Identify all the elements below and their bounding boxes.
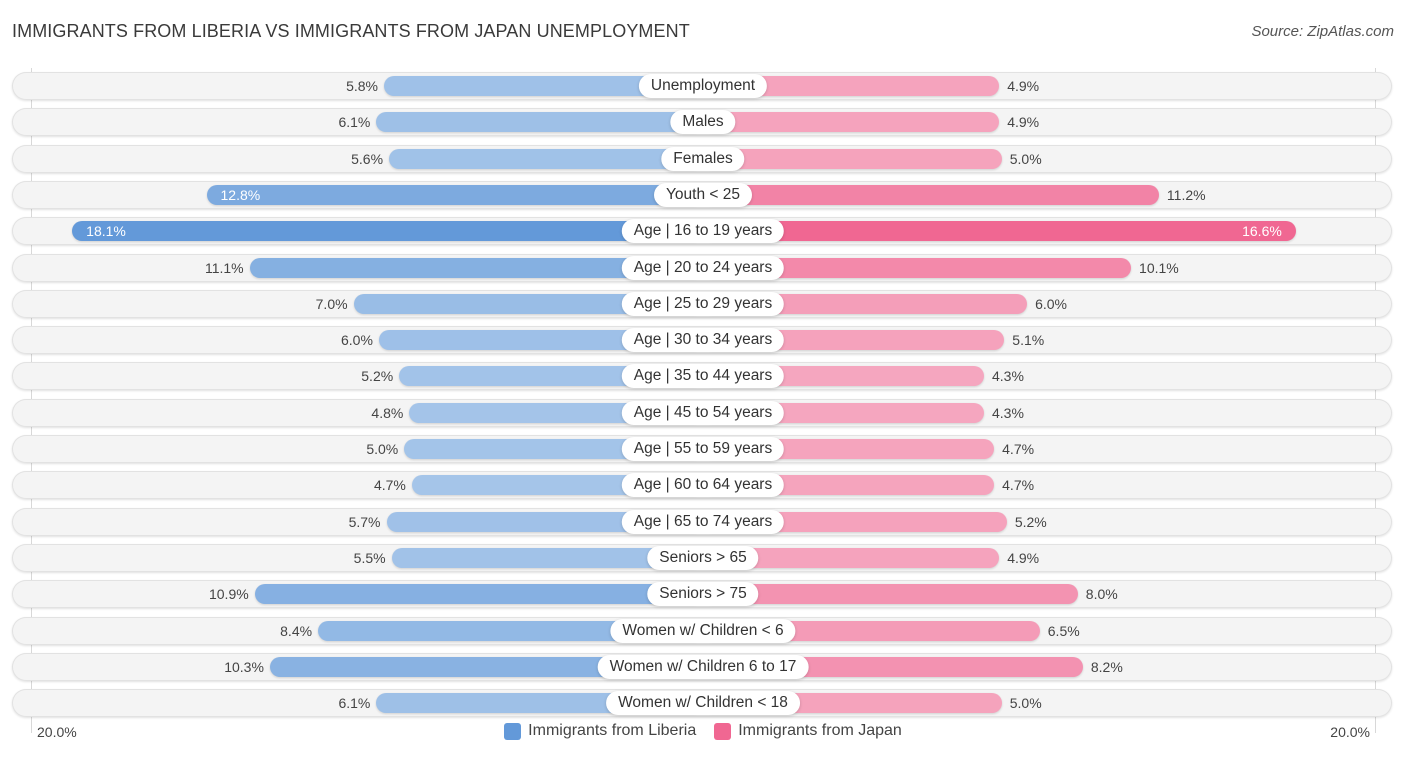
category-label: Age | 55 to 59 years [621, 437, 785, 461]
category-label: Age | 20 to 24 years [621, 255, 785, 280]
source-label: Source: ZipAtlas.com [1251, 23, 1394, 40]
value-label-liberia: 18.1% [86, 223, 126, 240]
bar-japan [703, 584, 1078, 605]
category-label: Unemployment [638, 74, 768, 98]
category-label: Age | 65 to 74 years [621, 509, 785, 534]
value-label-liberia: 10.3% [224, 658, 264, 675]
value-label-japan: 4.9% [1007, 549, 1040, 566]
value-label-liberia: 5.0% [366, 441, 399, 457]
value-label-japan: 4.9% [1007, 78, 1040, 94]
legend-item-liberia: Immigrants from Liberia [504, 722, 696, 740]
value-label-japan: 5.1% [1012, 332, 1045, 349]
category-label: Males [670, 110, 736, 135]
value-label-japan: 11.2% [1166, 186, 1206, 203]
chart-title: IMMIGRANTS FROM LIBERIA VS IMMIGRANTS FR… [12, 21, 690, 41]
category-label: Age | 45 to 54 years [621, 400, 785, 425]
bar-liberia [254, 584, 703, 605]
value-label-liberia: 4.7% [373, 477, 406, 494]
value-label-liberia: 7.0% [315, 295, 348, 312]
value-label-japan: 4.9% [1007, 114, 1040, 131]
value-label-japan: 8.0% [1085, 586, 1118, 603]
value-label-japan: 4.7% [1002, 441, 1035, 457]
value-label-japan: 4.7% [1002, 477, 1035, 494]
value-label-japan: 6.0% [1035, 295, 1068, 312]
category-label: Women w/ Children 6 to 17 [597, 654, 809, 679]
category-label: Seniors > 65 [647, 545, 759, 570]
legend: Immigrants from Liberia Immigrants from … [0, 722, 1406, 740]
value-label-liberia: 5.2% [361, 368, 394, 385]
bar-japan [703, 112, 1000, 133]
category-label: Age | 30 to 34 years [621, 328, 785, 353]
category-label: Youth < 25 [654, 182, 752, 207]
value-label-liberia: 6.1% [338, 114, 371, 131]
category-label: Age | 16 to 19 years [621, 219, 785, 244]
value-label-liberia: 5.6% [351, 150, 384, 167]
bar-liberia [376, 112, 703, 133]
value-label-liberia: 5.7% [348, 513, 381, 530]
value-label-liberia: 5.8% [346, 78, 378, 94]
legend-label-japan: Immigrants from Japan [738, 722, 902, 739]
category-label: Age | 60 to 64 years [621, 473, 785, 498]
category-label: Females [661, 146, 745, 171]
value-label-japan: 16.6% [1242, 223, 1282, 240]
value-label-liberia: 4.8% [371, 404, 404, 421]
value-label-liberia: 6.0% [340, 332, 373, 349]
category-label: Age | 35 to 44 years [621, 364, 785, 389]
value-label-japan: 5.0% [1009, 150, 1042, 167]
value-label-japan: 6.5% [1047, 622, 1080, 639]
value-label-japan: 4.3% [992, 368, 1024, 385]
legend-swatch-liberia [504, 722, 522, 740]
value-label-japan: 4.3% [992, 404, 1024, 421]
value-label-liberia: 6.1% [338, 695, 371, 712]
category-label: Age | 25 to 29 years [621, 291, 785, 316]
value-label-japan: 8.2% [1090, 658, 1123, 675]
value-label-liberia: 8.4% [280, 622, 313, 639]
legend-item-japan: Immigrants from Japan [714, 722, 902, 740]
value-label-liberia: 5.5% [353, 549, 386, 566]
legend-swatch-japan [714, 722, 732, 740]
category-label: Women w/ Children < 18 [606, 691, 800, 716]
category-label: Women w/ Children < 6 [610, 618, 796, 643]
bar-japan [703, 221, 1296, 242]
bar-japan [703, 148, 1002, 169]
value-label-liberia: 10.9% [208, 586, 249, 603]
value-label-liberia: 11.1% [204, 259, 244, 276]
legend-label-liberia: Immigrants from Liberia [528, 722, 697, 739]
bar-liberia [389, 148, 703, 169]
value-label-japan: 5.2% [1014, 513, 1047, 530]
category-label: Seniors > 75 [647, 582, 759, 607]
bar-liberia [72, 221, 703, 242]
value-label-japan: 5.0% [1009, 695, 1042, 712]
bar-japan [703, 184, 1159, 205]
bar-liberia [206, 184, 703, 205]
value-label-japan: 10.1% [1139, 259, 1179, 276]
value-label-liberia: 12.8% [220, 186, 261, 203]
